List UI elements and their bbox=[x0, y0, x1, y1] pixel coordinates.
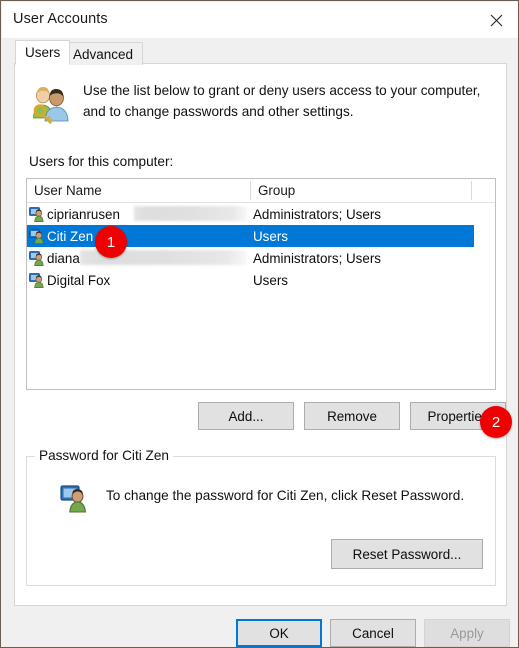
row-user-name: Digital Fox bbox=[29, 272, 110, 288]
users-tab-panel: Use the list below to grant or deny user… bbox=[14, 63, 507, 606]
row-user-name-text: diana bbox=[47, 250, 80, 266]
user-icon bbox=[29, 272, 45, 288]
row-user-name-text: Digital Fox bbox=[47, 272, 111, 288]
row-user-name: ciprianrusen bbox=[29, 206, 120, 222]
redaction-block bbox=[134, 206, 247, 221]
tab-advanced-label: Advanced bbox=[73, 46, 134, 62]
ok-button[interactable]: OK bbox=[236, 619, 322, 647]
row-group-text: Users bbox=[253, 272, 288, 288]
users-list[interactable]: User Name Group ciprianrusen Administrat… bbox=[26, 178, 496, 390]
tab-users[interactable]: Users bbox=[15, 40, 71, 65]
row-group-text: Users bbox=[253, 228, 288, 244]
ok-button-label: OK bbox=[269, 625, 289, 641]
column-header-group-label: Group bbox=[258, 183, 296, 198]
reset-password-button[interactable]: Reset Password... bbox=[331, 539, 483, 569]
users-list-label: Users for this computer: bbox=[29, 154, 174, 169]
close-icon[interactable] bbox=[474, 2, 518, 38]
column-header-group[interactable]: Group bbox=[251, 179, 472, 202]
row-group-text: Administrators; Users bbox=[253, 250, 381, 266]
row-user-name: Citi Zen bbox=[29, 228, 93, 244]
apply-button-label: Apply bbox=[450, 625, 484, 641]
tab-strip: Users Advanced bbox=[2, 38, 518, 65]
user-accounts-dialog: User Accounts Users Advanced Use the lis… bbox=[0, 0, 519, 648]
list-header: User Name Group bbox=[27, 179, 495, 203]
intro-text: Use the list below to grant or deny user… bbox=[83, 83, 481, 119]
add-button-label: Add... bbox=[228, 408, 264, 424]
callout-badge-1: 1 bbox=[95, 226, 127, 258]
cancel-button[interactable]: Cancel bbox=[330, 619, 416, 647]
column-header-user-name-label: User Name bbox=[34, 183, 102, 198]
apply-button: Apply bbox=[424, 619, 510, 647]
password-group-box: Password for Citi Zen To change the pass… bbox=[26, 448, 496, 586]
table-row[interactable]: Digital Fox Users bbox=[27, 269, 495, 291]
cancel-button-label: Cancel bbox=[352, 625, 394, 641]
reset-password-button-label: Reset Password... bbox=[352, 546, 462, 562]
row-user-name-text: ciprianrusen bbox=[47, 206, 120, 222]
row-group-text: Administrators; Users bbox=[253, 206, 381, 222]
dialog-footer: OK Cancel Apply bbox=[2, 607, 518, 647]
callout-badge-1-number: 1 bbox=[106, 233, 116, 251]
callout-badge-2: 2 bbox=[480, 406, 512, 438]
list-action-buttons: Add... Remove Properties bbox=[15, 402, 508, 430]
table-row[interactable]: Citi Zen Users bbox=[27, 225, 474, 247]
users-key-icon bbox=[29, 84, 71, 126]
callout-badge-2-number: 2 bbox=[491, 413, 501, 431]
column-header-user-name[interactable]: User Name bbox=[27, 179, 251, 202]
remove-button[interactable]: Remove bbox=[304, 402, 400, 430]
password-group-text: To change the password for Citi Zen, cli… bbox=[106, 488, 465, 503]
user-icon bbox=[29, 250, 45, 266]
row-user-name-text: Citi Zen bbox=[47, 228, 94, 244]
tab-users-label: Users bbox=[25, 45, 61, 60]
user-icon bbox=[29, 228, 45, 244]
remove-button-label: Remove bbox=[327, 408, 377, 424]
table-row[interactable]: ciprianrusen Administrators; Users bbox=[27, 203, 495, 225]
user-icon bbox=[29, 206, 45, 222]
title-bar: User Accounts bbox=[2, 2, 518, 38]
tab-advanced[interactable]: Advanced bbox=[63, 42, 144, 65]
window-title: User Accounts bbox=[13, 11, 108, 27]
password-group-title: Password for Citi Zen bbox=[35, 448, 173, 463]
add-button[interactable]: Add... bbox=[198, 402, 294, 430]
single-user-icon bbox=[60, 483, 90, 513]
column-header-filler bbox=[472, 179, 495, 202]
row-user-name: diana bbox=[29, 250, 80, 266]
